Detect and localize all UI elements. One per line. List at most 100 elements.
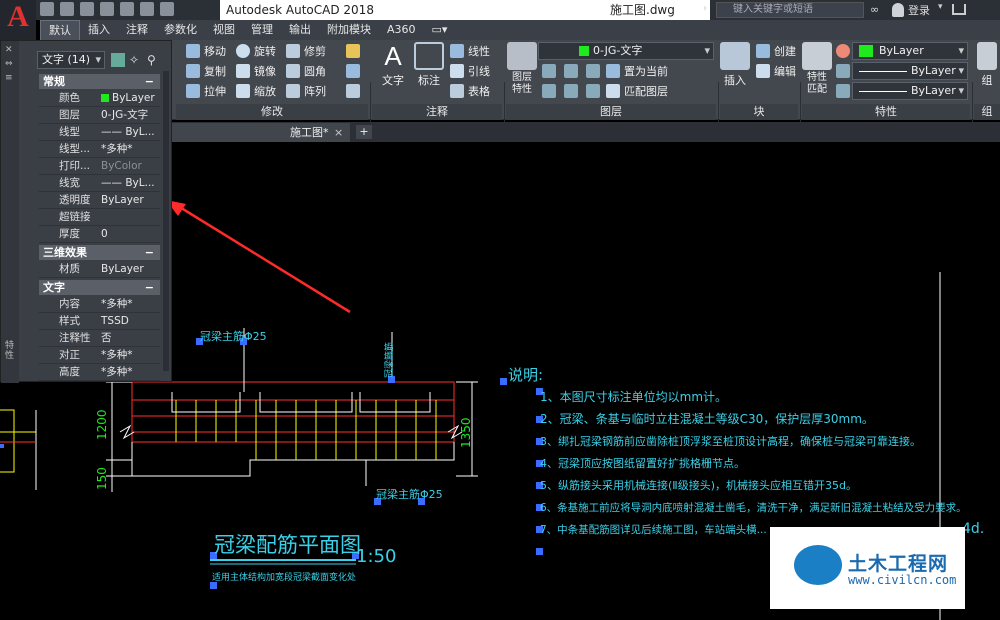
layer-tool-icon[interactable]	[542, 64, 556, 78]
save-as-icon[interactable]	[100, 2, 114, 16]
auto-hide-icon[interactable]: ⇔	[5, 59, 13, 69]
layer-tool-icon[interactable]	[586, 84, 600, 98]
block-panel-label[interactable]: 块	[720, 104, 798, 120]
property-value[interactable]: ByLayer	[99, 192, 160, 208]
stretch-button[interactable]: 拉伸	[186, 82, 226, 100]
layer-tool-icon[interactable]	[564, 64, 578, 78]
collapse-toggle[interactable]: −	[145, 245, 154, 260]
match-layer-button[interactable]: 匹配图层	[606, 82, 668, 100]
ribbon-tab[interactable]: 插入	[80, 20, 118, 40]
property-value[interactable]: —— ByL...	[99, 124, 160, 140]
property-section-header[interactable]: 文字 −	[39, 280, 160, 295]
collapse-toggle[interactable]: −	[145, 280, 154, 295]
edit-block-button[interactable]: 编辑	[756, 62, 796, 80]
create-block-button[interactable]: 创建	[756, 42, 796, 60]
property-section-header[interactable]: 三维效果 −	[39, 245, 160, 260]
property-value[interactable]: TSSD	[99, 313, 160, 329]
close-icon[interactable]: ×	[334, 123, 343, 142]
new-icon[interactable]	[40, 2, 54, 16]
selection-dropdown[interactable]: 文字 (14)	[37, 51, 105, 69]
property-row[interactable]: 注释性否	[39, 330, 160, 347]
property-row[interactable]: 线型... *多种*	[39, 141, 160, 158]
erase-icon[interactable]	[346, 44, 360, 58]
match-properties-button[interactable]: 特性匹配	[802, 42, 832, 96]
move-button[interactable]: 移动	[186, 42, 226, 60]
property-value[interactable]: *多种*	[99, 364, 160, 380]
ribbon-tab[interactable]: 视图	[205, 20, 243, 40]
property-value[interactable]: 0	[99, 226, 160, 242]
scale-button[interactable]: 缩放	[236, 82, 276, 100]
property-value[interactable]: *多种*	[99, 347, 160, 363]
property-value[interactable]: 0-JG-文字	[99, 107, 160, 123]
user-icon[interactable]	[892, 3, 904, 17]
ribbon-tab[interactable]: 注释	[118, 20, 156, 40]
document-tab[interactable]: 施工图* ×	[170, 123, 350, 142]
close-icon[interactable]: ✕	[5, 45, 13, 55]
palette-scrollbar[interactable]	[163, 71, 169, 371]
insert-button[interactable]: 插入	[720, 42, 750, 88]
ribbon-tab[interactable]: 参数化	[156, 20, 205, 40]
ribbon-tab[interactable]: 附加模块	[319, 20, 379, 40]
cart-icon[interactable]	[952, 4, 966, 15]
ribbon-tab[interactable]: A360	[379, 20, 424, 40]
table-button[interactable]: 表格	[450, 82, 490, 100]
array-button[interactable]: 阵列	[286, 82, 326, 100]
fillet-button[interactable]: 圆角	[286, 62, 326, 80]
offset-icon[interactable]	[346, 84, 360, 98]
annotation-panel-label[interactable]: 注释	[372, 104, 502, 120]
property-row[interactable]: 厚度 0	[39, 226, 160, 243]
toggle-pickadd-icon[interactable]	[111, 53, 125, 67]
chevron-down-icon[interactable]: ▾	[938, 2, 943, 12]
mirror-button[interactable]: 镜像	[236, 62, 276, 80]
trim-button[interactable]: 修剪	[286, 42, 326, 60]
rotate-button[interactable]: 旋转	[236, 42, 276, 60]
collapse-toggle[interactable]: −	[145, 74, 154, 89]
quick-select-icon[interactable]: ⚲	[147, 53, 161, 67]
app-menu-button[interactable]: A	[0, 0, 36, 40]
property-value[interactable]: ByLayer	[99, 90, 160, 106]
linetype-dropdown[interactable]: ByLayer	[852, 62, 968, 80]
property-row[interactable]: 材质 ByLayer	[39, 261, 160, 278]
print-icon[interactable]	[120, 2, 134, 16]
property-row[interactable]: 对正 *多种*	[39, 347, 160, 364]
layer-tool-icon[interactable]	[564, 84, 578, 98]
linear-button[interactable]: 线性	[450, 42, 490, 60]
open-icon[interactable]	[60, 2, 74, 16]
property-value[interactable]: *多种*	[99, 296, 160, 312]
leader-button[interactable]: 引线	[450, 62, 490, 80]
binoculars-icon[interactable]: ∞	[870, 3, 884, 17]
palette-settings-icon[interactable]: ≡	[5, 73, 13, 83]
property-value[interactable]: ByLayer	[99, 261, 160, 277]
set-current-button[interactable]: 置为当前	[606, 62, 668, 80]
property-value[interactable]: ByColor	[99, 158, 160, 174]
layers-panel-label[interactable]: 图层	[506, 104, 716, 120]
property-section-header[interactable]: 常规 −	[39, 74, 160, 89]
properties-panel-label[interactable]: 特性	[802, 104, 970, 120]
property-value[interactable]: *多种*	[99, 141, 160, 157]
ribbon-options-icon[interactable]: ▭▾	[424, 20, 456, 40]
property-row[interactable]: 打印... ByColor	[39, 158, 160, 175]
property-value[interactable]: 否	[99, 330, 160, 346]
layer-dropdown[interactable]: 0-JG-文字	[538, 42, 714, 60]
property-row[interactable]: 内容 *多种*	[39, 296, 160, 313]
color-dropdown[interactable]: ByLayer	[852, 42, 968, 60]
property-value[interactable]: —— ByL...	[99, 175, 160, 191]
dimension-button[interactable]: 标注	[412, 42, 446, 88]
ribbon-tab[interactable]: 输出	[281, 20, 319, 40]
property-row[interactable]: 透明度 ByLayer	[39, 192, 160, 209]
group-panel-label[interactable]: 组	[974, 104, 1000, 120]
group-button[interactable]: 组	[974, 42, 1000, 88]
copy-button[interactable]: 复制	[186, 62, 226, 80]
property-row[interactable]: 高度 *多种*	[39, 364, 160, 381]
modify-panel-label[interactable]: 修改	[176, 104, 368, 120]
layer-properties-button[interactable]: 图层特性	[506, 42, 538, 96]
ribbon-tab[interactable]: 默认	[40, 20, 80, 40]
property-row[interactable]: 图层 0-JG-文字	[39, 107, 160, 124]
layer-tool-icon[interactable]	[542, 84, 556, 98]
text-button[interactable]: A 文字	[376, 42, 410, 88]
save-icon[interactable]	[80, 2, 94, 16]
explode-icon[interactable]	[346, 64, 360, 78]
property-row[interactable]: 超链接	[39, 209, 160, 226]
property-row[interactable]: 线型 —— ByL...	[39, 124, 160, 141]
new-tab-button[interactable]: +	[356, 125, 372, 139]
